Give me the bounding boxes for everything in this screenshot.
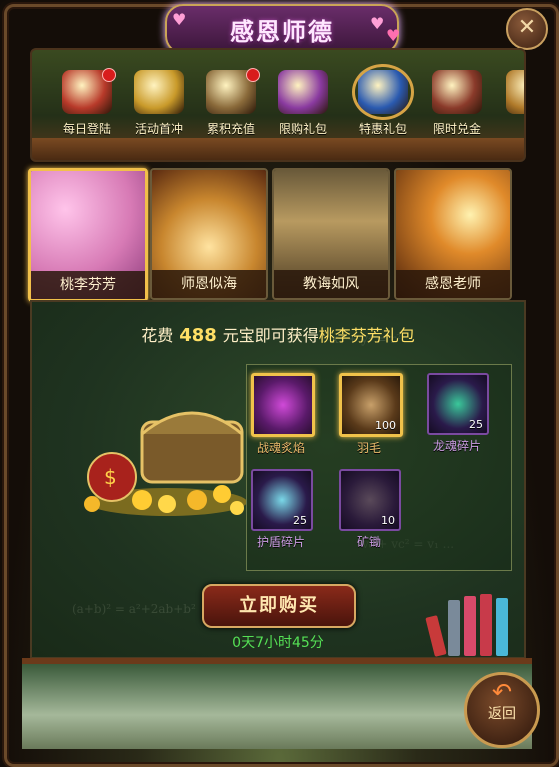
gift-box-icon bbox=[432, 70, 482, 114]
window-title: 感恩师德 bbox=[230, 18, 334, 46]
book-icon bbox=[448, 600, 460, 656]
flame-icon bbox=[251, 373, 315, 437]
activity-tab-label: 特惠礼包 bbox=[358, 122, 407, 136]
subtab-label: 桃李芬芳 bbox=[31, 271, 145, 299]
gift-box-icon bbox=[134, 70, 184, 114]
subtab-label: 师恩似海 bbox=[152, 270, 266, 298]
reward-item[interactable]: 25 护盾碎片 bbox=[251, 469, 313, 550]
item-name: 战魂炙焰 bbox=[256, 441, 305, 455]
book-icon bbox=[464, 596, 476, 656]
subtab-label: 教诲如风 bbox=[274, 270, 388, 298]
activity-tab[interactable]: 限购礼包 bbox=[272, 70, 334, 137]
balloon-icon: ♥ bbox=[172, 10, 187, 29]
gift-box-icon bbox=[206, 68, 260, 114]
crystal-icon: 25 bbox=[427, 373, 489, 435]
heart-icon: ♥ bbox=[386, 26, 401, 45]
reward-items-box: 战魂炙焰 100 羽毛 25 龙魂碎片 25 护盾碎片 10 矿锄 bbox=[246, 364, 512, 571]
item-name: 龙魂碎片 bbox=[432, 439, 481, 453]
item-name: 羽毛 bbox=[356, 441, 381, 455]
subtab-ganenlaoshi[interactable]: 感恩老师 bbox=[394, 168, 512, 300]
activity-tab[interactable]: 每日登陆 bbox=[56, 68, 118, 137]
subtab-label: 感恩老师 bbox=[396, 270, 510, 298]
reward-item[interactable]: 战魂炙焰 bbox=[251, 373, 315, 456]
activity-tab[interactable]: 活 bbox=[500, 70, 524, 137]
notification-dot-icon bbox=[102, 68, 116, 82]
activity-tabs-bar: 每日登陆 活动首冲 累积充值 限购礼包 特惠礼包 限时兑金 活 bbox=[30, 48, 526, 162]
activity-tab-label: 活动首冲 bbox=[134, 122, 183, 136]
gift-box-icon bbox=[506, 70, 524, 114]
offer-gift-name: 桃李芬芳礼包 bbox=[318, 326, 415, 345]
heart-icon: ♥ bbox=[370, 14, 385, 33]
offer-middle: 元宝即可获得 bbox=[222, 326, 319, 345]
close-icon: ✕ bbox=[517, 15, 537, 40]
back-button[interactable]: ↶ 返回 bbox=[464, 672, 540, 748]
item-count: 25 bbox=[293, 514, 307, 527]
offer-price: 488 bbox=[179, 325, 217, 346]
selection-ring bbox=[352, 64, 414, 120]
bottom-scenery bbox=[22, 658, 532, 749]
activity-tab-label: 限购礼包 bbox=[278, 122, 327, 136]
notification-dot-icon bbox=[246, 68, 260, 82]
reward-item[interactable]: 25 龙魂碎片 bbox=[427, 373, 489, 454]
chalk-writing: (a+b)² = a²+2ab+b² bbox=[72, 602, 196, 616]
book-icon bbox=[480, 594, 492, 656]
reward-item[interactable]: 10 矿锄 bbox=[339, 469, 401, 550]
gift-box-icon bbox=[352, 64, 414, 120]
gift-panel: x² + y² = r² v₀ + vc² = v₁ ... (a+b)² = … bbox=[30, 300, 526, 659]
book-icon bbox=[496, 598, 508, 656]
activity-tab[interactable]: 限时兑金 bbox=[426, 70, 488, 137]
activity-tab[interactable]: 活动首冲 bbox=[128, 70, 190, 137]
svg-text:$: $ bbox=[104, 465, 117, 489]
reward-item[interactable]: 100 羽毛 bbox=[339, 373, 403, 456]
subtab-shiensihai[interactable]: 师恩似海 bbox=[150, 168, 268, 300]
item-count: 25 bbox=[469, 418, 483, 431]
pickaxe-icon: 10 bbox=[339, 469, 401, 531]
activity-tab-label: 限时兑金 bbox=[432, 122, 481, 136]
subtab-taolifenfang[interactable]: 桃李芬芳 bbox=[28, 168, 148, 302]
item-count: 100 bbox=[375, 419, 396, 432]
buy-now-button[interactable]: 立即购买 bbox=[202, 584, 356, 628]
title-plate: 感恩师德 bbox=[165, 4, 399, 54]
gift-box-icon bbox=[278, 70, 328, 114]
tabs-shelf bbox=[32, 138, 524, 160]
subtab-jiaohuirufeng[interactable]: 教诲如风 bbox=[272, 168, 390, 300]
activity-tab-label: 累积充值 bbox=[206, 122, 255, 136]
activity-tab-label: 每日登陆 bbox=[62, 122, 111, 136]
treasure-chest-icon: $ bbox=[84, 411, 247, 516]
item-name: 矿锄 bbox=[356, 535, 381, 549]
close-button[interactable]: ✕ bbox=[506, 8, 548, 50]
item-count: 10 bbox=[381, 514, 395, 527]
activity-tab[interactable]: 累积充值 bbox=[200, 68, 262, 137]
item-name: 护盾碎片 bbox=[256, 535, 305, 549]
gift-box-icon bbox=[62, 68, 116, 114]
offer-prefix: 花费 bbox=[141, 326, 174, 345]
back-label: 返回 bbox=[488, 706, 516, 722]
shard-icon: 25 bbox=[251, 469, 313, 531]
books-decoration bbox=[425, 590, 516, 657]
offer-text: 花费 488 元宝即可获得桃李芬芳礼包 bbox=[32, 322, 524, 346]
activity-tab[interactable]: 特惠礼包 bbox=[352, 64, 414, 137]
activity-tab-label: 活 bbox=[500, 120, 524, 137]
event-window: 感恩师德 ♥ ♥ ♥ ✕ 每日登陆 活动首冲 累积充值 限购礼包 特惠礼包 限时兑金 活 桃… bbox=[0, 0, 559, 767]
feather-icon: 100 bbox=[339, 373, 403, 437]
